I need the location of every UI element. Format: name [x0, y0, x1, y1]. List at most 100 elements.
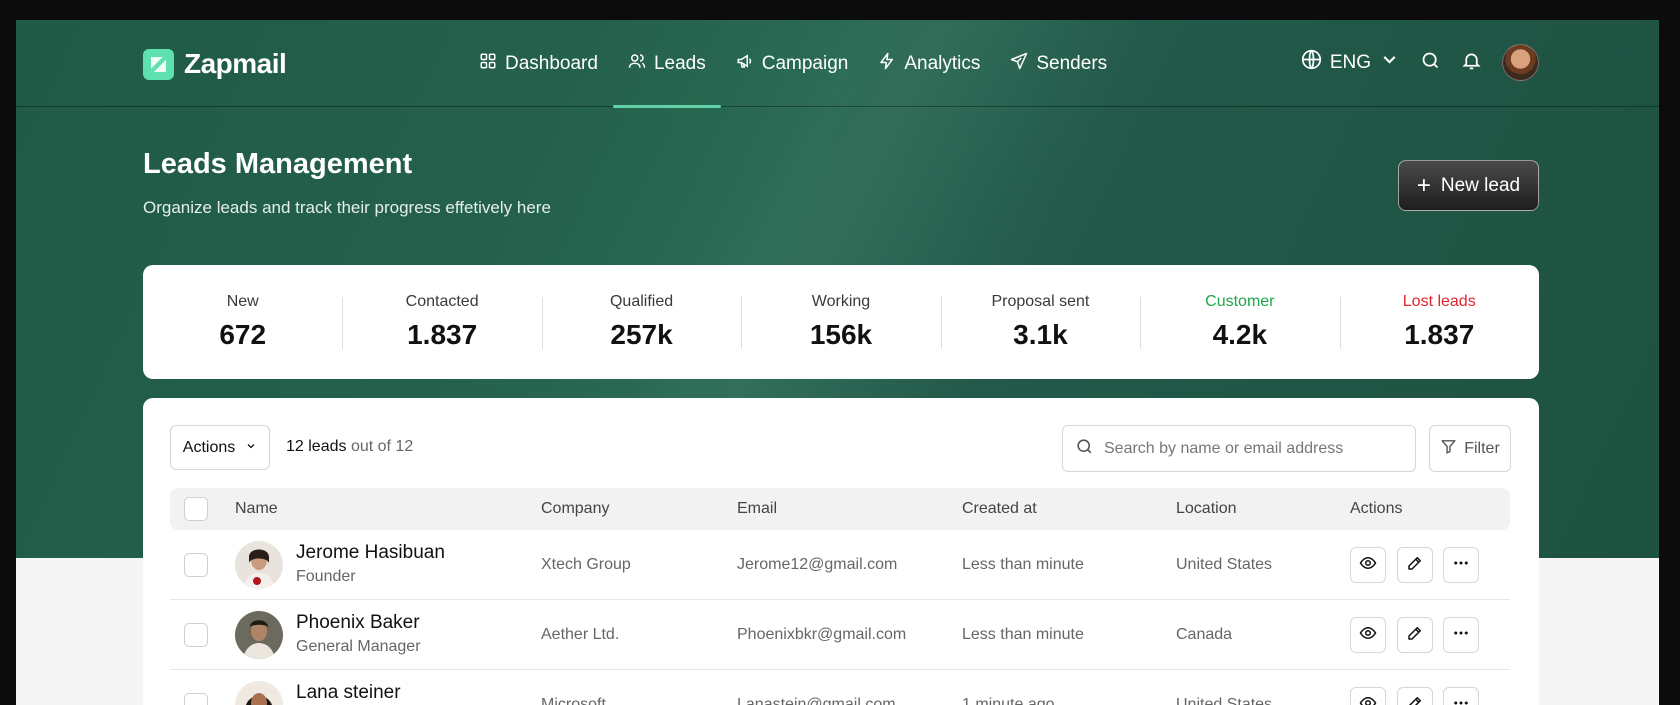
- leads-count: 12 leads out of 12: [286, 438, 413, 456]
- grid-icon: [479, 52, 497, 76]
- chevron-down-icon: [1379, 49, 1400, 76]
- table-row[interactable]: Lana steiner Microsoft Lanastein@gmail.c…: [170, 670, 1510, 705]
- lead-company: Aether Ltd.: [541, 626, 620, 643]
- nav-item-campaign[interactable]: Campaign: [721, 20, 864, 107]
- zapmail-logo-icon: [143, 48, 174, 80]
- nav-item-senders[interactable]: Senders: [995, 20, 1122, 107]
- stat-value: 1.837: [1404, 319, 1475, 350]
- stat-working: Working 156k: [741, 265, 940, 379]
- more-horizontal-icon: [1452, 624, 1470, 647]
- user-avatar[interactable]: [1502, 44, 1539, 81]
- brand-name: Zapmail: [184, 48, 287, 79]
- users-icon: [628, 52, 646, 76]
- view-button[interactable]: [1350, 617, 1386, 653]
- more-horizontal-icon: [1452, 554, 1470, 577]
- leads-count-total: out of 12: [350, 438, 414, 455]
- nav-label: Campaign: [761, 52, 849, 74]
- table-row[interactable]: Jerome Hasibuan Founder Xtech Group Jero…: [170, 530, 1510, 600]
- lead-created-at: 1 minute ago: [962, 696, 1055, 705]
- filter-icon: [1440, 438, 1457, 460]
- nav-item-analytics[interactable]: Analytics: [863, 20, 995, 107]
- leads-count-value: 12 leads: [286, 438, 347, 455]
- stat-label: Working: [811, 293, 871, 310]
- main-menu: Dashboard Leads Campaign Analytics Sende…: [464, 20, 1122, 108]
- edit-button[interactable]: [1397, 617, 1433, 653]
- filter-button[interactable]: Filter: [1429, 425, 1511, 472]
- lead-email: Lanastein@gmail.com: [737, 696, 896, 705]
- column-header-actions: Actions: [1350, 500, 1403, 517]
- stat-value: 156k: [809, 319, 873, 350]
- lead-company: Microsoft: [541, 696, 606, 705]
- stat-proposal-sent: Proposal sent 3.1k: [940, 265, 1140, 379]
- header-tools: ENG: [1301, 44, 1539, 81]
- stat-value: 672: [219, 319, 267, 350]
- nav-label: Analytics: [904, 52, 981, 74]
- more-horizontal-icon: [1452, 694, 1470, 705]
- view-button[interactable]: [1350, 547, 1386, 583]
- stat-label: Contacted: [405, 293, 479, 310]
- edit-icon: [1406, 554, 1424, 577]
- stat-value: 4.2k: [1212, 319, 1268, 350]
- megaphone-icon: [736, 52, 754, 76]
- stat-lost-leads: Lost leads 1.837: [1339, 265, 1539, 379]
- edit-button[interactable]: [1397, 687, 1433, 705]
- column-header-name[interactable]: Name: [235, 500, 278, 518]
- more-button[interactable]: [1443, 547, 1479, 583]
- lead-role: General Manager: [296, 638, 421, 655]
- avatar: [235, 681, 283, 705]
- select-all-checkbox[interactable]: [184, 497, 208, 521]
- stats-bar: New 672 Contacted 1.837 Qualified 257k W…: [143, 265, 1539, 379]
- lead-name[interactable]: Phoenix Baker: [296, 612, 420, 634]
- brand-logo[interactable]: Zapmail: [143, 48, 287, 80]
- language-selector[interactable]: ENG: [1301, 49, 1400, 76]
- search-icon: [1075, 437, 1094, 461]
- lead-location: United States: [1176, 696, 1273, 705]
- send-icon: [1010, 52, 1028, 76]
- new-lead-button[interactable]: + New lead: [1398, 160, 1539, 211]
- bell-icon[interactable]: [1461, 50, 1482, 76]
- search-input[interactable]: [1104, 439, 1394, 458]
- row-checkbox[interactable]: [184, 553, 208, 577]
- more-button[interactable]: [1443, 687, 1479, 705]
- view-button[interactable]: [1350, 687, 1386, 705]
- stat-value: 257k: [610, 319, 673, 350]
- lead-email: Phoenixbkr@gmail.com: [737, 626, 907, 643]
- column-header-location[interactable]: Location: [1176, 500, 1237, 518]
- lead-created-at: Less than minute: [962, 626, 1084, 643]
- nav-item-dashboard[interactable]: Dashboard: [464, 20, 613, 107]
- lead-role: Founder: [296, 568, 356, 585]
- stat-label: Proposal sent: [991, 293, 1090, 310]
- column-header-email[interactable]: Email: [737, 500, 777, 518]
- search-box[interactable]: [1062, 425, 1416, 472]
- column-header-created-at[interactable]: Created at: [962, 500, 1037, 518]
- plus-icon: +: [1416, 171, 1431, 199]
- stat-contacted: Contacted 1.837: [342, 265, 541, 379]
- nav-label: Leads: [653, 52, 706, 74]
- stat-label: Customer: [1205, 293, 1275, 310]
- eye-icon: [1359, 554, 1377, 577]
- more-button[interactable]: [1443, 617, 1479, 653]
- actions-dropdown[interactable]: Actions: [170, 425, 270, 470]
- row-checkbox[interactable]: [184, 693, 208, 705]
- language-label: ENG: [1329, 51, 1371, 73]
- filter-label: Filter: [1464, 439, 1500, 457]
- table-row[interactable]: Phoenix Baker General Manager Aether Ltd…: [170, 600, 1510, 670]
- lead-name[interactable]: Lana steiner: [296, 682, 401, 704]
- edit-button[interactable]: [1397, 547, 1433, 583]
- lead-location: United States: [1176, 556, 1273, 573]
- nav-item-leads[interactable]: Leads: [612, 20, 721, 108]
- stat-label: New: [226, 293, 259, 310]
- stat-label: Qualified: [609, 293, 674, 310]
- search-icon[interactable]: [1420, 50, 1441, 76]
- row-checkbox[interactable]: [184, 623, 208, 647]
- nav-label: Senders: [1036, 52, 1108, 74]
- edit-icon: [1406, 624, 1424, 647]
- avatar: [235, 611, 283, 659]
- page-title: Leads Management: [143, 148, 413, 180]
- lead-name[interactable]: Jerome Hasibuan: [296, 542, 445, 564]
- stat-new: New 672: [143, 265, 342, 379]
- column-header-company[interactable]: Company: [541, 500, 609, 518]
- lead-company: Xtech Group: [541, 556, 631, 573]
- stat-label: Lost leads: [1402, 293, 1476, 310]
- top-nav: Zapmail Dashboard Leads Campaign Analyti…: [16, 20, 1659, 108]
